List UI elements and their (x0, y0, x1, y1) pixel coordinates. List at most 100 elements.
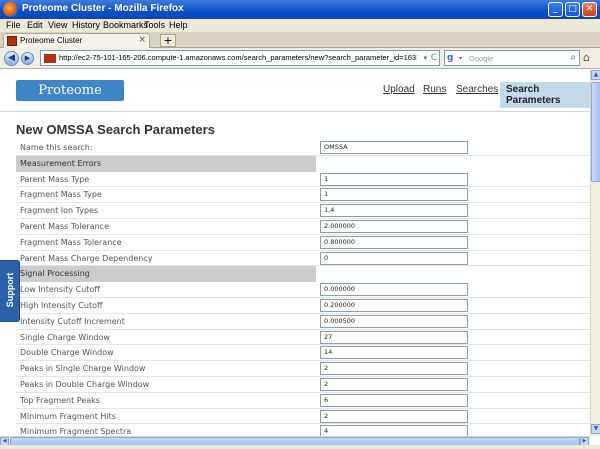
site-logo[interactable]: Proteome Cluster (16, 80, 124, 119)
field-input[interactable]: OMSSA (320, 141, 468, 154)
field-label: Parent Mass Charge Dependency (20, 253, 153, 263)
menu-bookmarks[interactable]: Bookmarks (103, 20, 148, 30)
form-row: Fragment Mass Type 1 (16, 187, 590, 204)
field-label: Double Charge Window (20, 348, 114, 358)
search-icon[interactable]: ⌕ (570, 52, 576, 63)
url-dropdown-icon[interactable]: ▾ (423, 54, 427, 62)
field-label: Peaks in Double Charge Window (20, 379, 150, 389)
field-label: Parent Mass Type (20, 174, 90, 184)
form-section-header: Measurement Errors (16, 155, 590, 172)
window-titlebar: Proteome Cluster - Mozilla Firefox _ □ ✕ (0, 0, 600, 19)
field-input[interactable]: 1 (320, 188, 468, 202)
nav-runs[interactable]: Runs (423, 84, 446, 95)
home-icon[interactable]: ⌂ (583, 51, 590, 64)
field-input[interactable]: 0 (320, 251, 468, 265)
field-label: Minimum Fragment Hits (20, 411, 116, 421)
section-background: Signal Processing (16, 266, 316, 283)
field-input[interactable]: 4 (320, 425, 468, 436)
form-row: Fragment Mass Tolerance 0.800000 (16, 235, 590, 251)
form-row: Name this search: OMSSA (16, 140, 590, 156)
url-bar[interactable]: http://ec2-75-101-165-206.compute-1.amaz… (40, 50, 440, 66)
form-row: Single Charge Window 27 (16, 330, 590, 346)
page-content: Proteome Cluster Upload Runs Searches Se… (0, 70, 590, 436)
tab-close-icon[interactable]: × (138, 35, 146, 45)
field-label: Parent Mass Tolerance (20, 221, 109, 231)
field-input[interactable]: 1,4 (320, 204, 468, 218)
search-input[interactable]: Google (469, 54, 493, 63)
minimize-button[interactable]: _ (548, 2, 563, 17)
navigation-bar: ◀ ▶ http://ec2-75-101-165-206.compute-1.… (0, 48, 600, 69)
menu-help[interactable]: Help (169, 20, 188, 30)
field-label: Minimum Fragment Spectra (20, 427, 132, 436)
form-row: Parent Mass Tolerance 2.000000 (16, 219, 590, 235)
reload-icon[interactable]: C (431, 53, 437, 63)
menu-view[interactable]: View (48, 20, 67, 30)
field-label: Fragment Mass Type (20, 190, 102, 200)
form-section-header: Signal Processing (16, 266, 590, 283)
form-row: Fragment Ion Types 1,4 (16, 203, 590, 219)
vertical-scroll-thumb[interactable] (591, 82, 600, 182)
back-button[interactable]: ◀ (4, 51, 19, 66)
support-label: Support (5, 272, 15, 308)
url-text[interactable]: http://ec2-75-101-165-206.compute-1.amaz… (59, 53, 416, 62)
google-engine-icon[interactable]: g (447, 53, 453, 63)
field-label: Fragment Ion Types (20, 206, 99, 216)
menu-bar: File Edit View History Bookmarks Tools H… (0, 19, 600, 32)
field-label: Name this search: (20, 143, 93, 152)
field-input[interactable]: 2 (320, 409, 468, 423)
vertical-scrollbar[interactable]: ▲ ▼ (590, 70, 600, 436)
form-row: Minimum Fragment Spectra 4 (16, 424, 590, 436)
search-bar[interactable]: g ▾ Google ⌕ (444, 50, 580, 66)
nav-searches[interactable]: Searches (456, 84, 498, 95)
window-title: Proteome Cluster - Mozilla Firefox (22, 3, 184, 14)
support-tab[interactable]: Support (0, 260, 20, 322)
status-bar (0, 445, 600, 449)
menu-file[interactable]: File (6, 20, 21, 30)
nav-upload[interactable]: Upload (383, 84, 415, 95)
field-input[interactable]: 0.200000 (320, 298, 468, 312)
tab-proteome-cluster[interactable]: Proteome Cluster × (3, 33, 150, 48)
form-row: Double Charge Window 14 (16, 345, 590, 362)
form-row: Parent Mass Type 1 (16, 172, 590, 188)
field-label: Intensity Cutoff Increment (20, 316, 125, 326)
form-row: Parent Mass Charge Dependency 0 (16, 251, 590, 267)
field-input[interactable]: 0.000500 (320, 314, 468, 328)
field-input[interactable]: 1 (320, 172, 468, 186)
nav-search-parameters[interactable]: Search Parameters (500, 82, 590, 108)
search-engine-dropdown-icon[interactable]: ▾ (459, 55, 462, 62)
field-input[interactable]: 0.800000 (320, 235, 468, 249)
form-row: Minimum Fragment Hits 2 (16, 409, 590, 425)
horizontal-scrollbar[interactable]: ◀ ▶ (0, 436, 590, 446)
site-identity-icon[interactable] (44, 54, 56, 63)
scroll-up-button[interactable]: ▲ (591, 70, 600, 80)
site-favicon-icon (7, 36, 17, 46)
field-input[interactable]: 2 (320, 377, 468, 391)
close-window-button[interactable]: ✕ (582, 2, 597, 17)
header-divider (0, 111, 590, 112)
tab-title: Proteome Cluster (20, 36, 83, 45)
menu-history[interactable]: History (72, 20, 100, 30)
field-input[interactable]: 14 (320, 346, 468, 360)
menu-edit[interactable]: Edit (27, 20, 43, 30)
field-input[interactable]: 6 (320, 393, 468, 407)
new-tab-button[interactable]: + (160, 34, 176, 47)
maximize-button[interactable]: □ (565, 2, 580, 17)
search-parameters-form: Name this search: OMSSA Measurement Errors… (16, 140, 590, 436)
bookmark-star-icon[interactable]: ☆ (410, 52, 419, 63)
field-input[interactable]: 2 (320, 362, 468, 376)
field-input[interactable]: 27 (320, 330, 468, 344)
section-label: Measurement Errors (20, 158, 102, 168)
form-row: High Intensity Cutoff 0.200000 (16, 298, 590, 314)
form-row: Peaks in Double Charge Window 2 (16, 377, 590, 393)
field-label: Single Charge Window (20, 332, 110, 342)
menu-tools[interactable]: Tools (144, 20, 165, 30)
field-input[interactable]: 2.000000 (320, 219, 468, 233)
scroll-down-button[interactable]: ▼ (591, 424, 600, 434)
field-input[interactable]: 0.000000 (320, 283, 468, 297)
field-label: Low Intensity Cutoff (20, 285, 100, 295)
page-title: New OMSSA Search Parameters (16, 122, 215, 137)
form-row: Top Fragment Peaks 6 (16, 393, 590, 409)
section-background: Measurement Errors (16, 155, 316, 172)
forward-button[interactable]: ▶ (21, 52, 34, 65)
field-label: Top Fragment Peaks (20, 395, 100, 405)
